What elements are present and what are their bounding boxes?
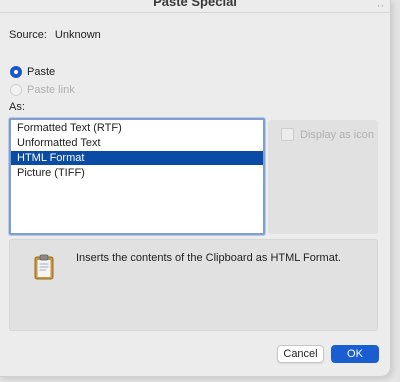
- as-label: As:: [9, 101, 25, 113]
- result-panel: Inserts the contents of the Clipboard as…: [9, 239, 378, 331]
- window-edge-dots: ··: [376, 0, 384, 12]
- display-as-icon-option: Display as icon: [281, 128, 374, 141]
- title-divider: [0, 12, 390, 13]
- paste-option[interactable]: Paste: [10, 64, 55, 80]
- paste-link-option: Paste link: [10, 82, 75, 98]
- paste-link-radio-label: Paste link: [27, 84, 75, 96]
- ok-button[interactable]: OK: [331, 345, 379, 363]
- format-item-unformatted[interactable]: Unformatted Text: [11, 136, 263, 150]
- source-label: Source:: [9, 29, 47, 41]
- dialog-title: Paste Special: [153, 0, 237, 9]
- result-description: Inserts the contents of the Clipboard as…: [76, 252, 341, 264]
- display-as-icon-checkbox: [281, 128, 294, 141]
- format-item-picture[interactable]: Picture (TIFF): [11, 166, 263, 180]
- cancel-button[interactable]: Cancel: [277, 345, 324, 363]
- source-value: Unknown: [54, 29, 101, 41]
- format-item-rtf[interactable]: Formatted Text (RTF): [11, 121, 263, 135]
- paste-link-radio-button: [10, 84, 22, 96]
- paste-radio-button[interactable]: [10, 66, 22, 78]
- paste-special-dialog: Paste Special ·· Source: Unknown Paste Pa…: [0, 0, 391, 377]
- source-row: Source: Unknown: [9, 29, 101, 41]
- paste-radio-label: Paste: [27, 66, 56, 78]
- clipboard-icon: [34, 254, 54, 280]
- display-as-icon-label: Display as icon: [300, 128, 374, 141]
- format-list[interactable]: Formatted Text (RTF) Unformatted Text HT…: [9, 118, 265, 235]
- format-item-html[interactable]: HTML Format: [11, 151, 263, 165]
- display-as-icon-panel: Display as icon: [268, 120, 378, 234]
